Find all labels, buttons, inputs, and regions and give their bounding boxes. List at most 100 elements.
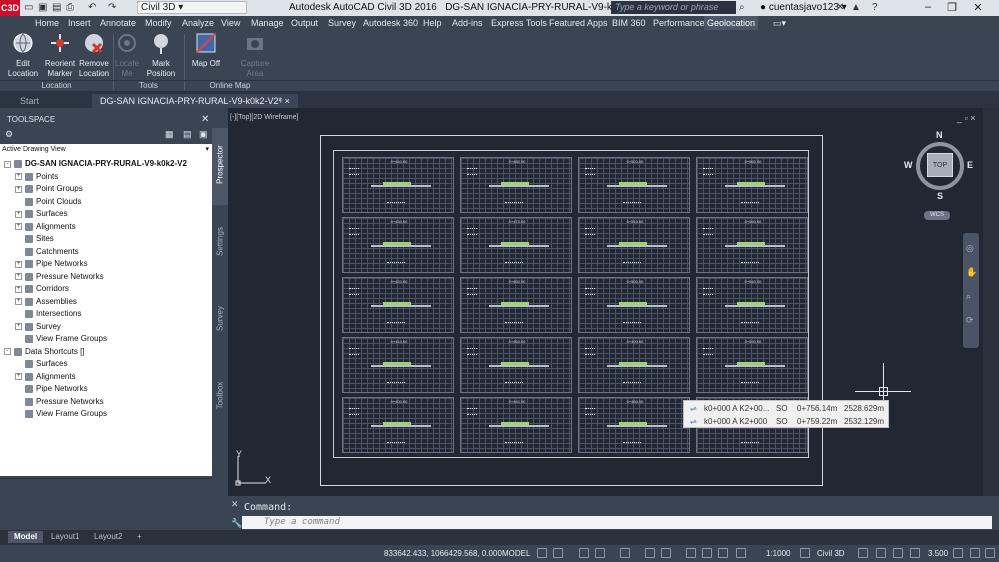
snap-icon[interactable]: [553, 548, 563, 558]
tree-node[interactable]: + Surfaces: [15, 208, 68, 220]
doc-tab-drawing[interactable]: DG-SAN IGNACIA-PRY-RURAL-V9-k0k2-V2* ×: [92, 94, 298, 108]
tab-insert[interactable]: Insert: [65, 16, 94, 30]
tree-node[interactable]: - Data Shortcuts []: [4, 346, 85, 358]
viewport-label[interactable]: [-][Top][2D Wireframe]: [230, 114, 298, 121]
viewcube-top[interactable]: TOP: [927, 153, 953, 177]
tab-modify[interactable]: Modify: [142, 16, 175, 30]
collapse-icon[interactable]: -: [4, 160, 11, 168]
minimize-button[interactable]: –: [918, 1, 938, 13]
toolspace-tree-icon[interactable]: ▦: [165, 129, 174, 140]
maximize-button[interactable]: ❐: [942, 1, 962, 14]
toolspace-preview-icon[interactable]: ▣: [199, 129, 208, 140]
plus-icon[interactable]: [858, 548, 868, 558]
tab-geolocation[interactable]: Geolocation: [704, 16, 759, 30]
ribbon-toggle-icon[interactable]: ▭▾: [770, 16, 789, 30]
capture-area-button[interactable]: Capture Area: [240, 32, 270, 79]
viewport-controls[interactable]: _ ▫ ×: [957, 113, 975, 123]
tree-node[interactable]: + Points: [15, 171, 58, 183]
tab-layout1[interactable]: Layout1: [45, 531, 85, 543]
viewcube[interactable]: TOP N S E W: [904, 130, 976, 202]
tree-node[interactable]: + Survey: [15, 321, 61, 333]
close-command-icon[interactable]: ✕: [231, 499, 239, 510]
add-layout-button[interactable]: +: [131, 531, 148, 543]
new-tab-button[interactable]: +: [270, 94, 291, 108]
tree-node[interactable]: + Alignments: [15, 371, 76, 383]
polar-icon[interactable]: [595, 548, 605, 558]
tree-node[interactable]: + Point Groups: [15, 183, 83, 195]
search-input[interactable]: Type a keyword or phrase: [611, 1, 736, 14]
tree-node[interactable]: Pipe Networks: [15, 383, 88, 395]
lineweight-icon[interactable]: [661, 548, 671, 558]
help-button[interactable]: ?: [872, 2, 878, 13]
cross-section-view[interactable]: 0+400.00: [342, 397, 454, 453]
undo-icon[interactable]: ↶: [88, 2, 96, 13]
print-icon[interactable]: ⎙: [66, 2, 74, 13]
tree-node[interactable]: + Assemblies: [15, 296, 77, 308]
remove-location-button[interactable]: Remove Location: [77, 32, 111, 79]
expand-icon[interactable]: +: [15, 260, 22, 268]
navigation-bar[interactable]: ◎ ✋ ⌕ ⟳: [963, 233, 979, 348]
cross-section-view[interactable]: 0+480.00: [460, 157, 572, 213]
settings-icon[interactable]: [800, 548, 810, 558]
tree-node[interactable]: + Alignments: [15, 221, 76, 233]
tab-featured-apps[interactable]: Featured Apps: [546, 16, 611, 30]
tree-node[interactable]: Pressure Networks: [15, 396, 104, 408]
ortho-icon[interactable]: [579, 548, 589, 558]
tree-node[interactable]: View Frame Groups: [15, 408, 107, 420]
tree-node[interactable]: Catchments: [15, 246, 79, 258]
tree-node[interactable]: View Frame Groups: [15, 333, 107, 345]
cross-section-view[interactable]: 0+440.00: [342, 157, 454, 213]
tab-survey[interactable]: Survey: [212, 282, 228, 359]
tab-view[interactable]: View: [218, 16, 243, 30]
tree-node[interactable]: - DG-SAN IGNACIA-PRY-RURAL-V9-k0k2-V2: [4, 158, 187, 170]
expand-icon[interactable]: +: [15, 323, 22, 330]
orbit-icon[interactable]: ⟳: [966, 315, 974, 326]
steering-wheel-icon[interactable]: ◎: [966, 243, 974, 254]
workspace-switch[interactable]: Civil 3D: [817, 549, 845, 558]
toolspace-list-icon[interactable]: ▤: [183, 129, 192, 140]
hardware-acceleration-icon[interactable]: [893, 548, 903, 558]
expand-icon[interactable]: +: [15, 223, 22, 230]
reorient-marker-button[interactable]: Reorient Marker: [43, 32, 77, 79]
pan-icon[interactable]: ✋: [966, 267, 977, 278]
close-icon[interactable]: ✕: [201, 114, 209, 125]
tab-bim360[interactable]: BIM 360: [609, 16, 649, 30]
cross-section-view[interactable]: 0+480.00: [578, 397, 690, 453]
user-account[interactable]: ● cuentasjavo123 ▾: [760, 2, 847, 13]
locate-me-button[interactable]: Locate Me: [115, 32, 139, 79]
expand-icon[interactable]: +: [15, 298, 22, 305]
tab-toolbox[interactable]: Toolbox: [212, 359, 228, 436]
doc-tab-start[interactable]: Start: [12, 94, 47, 108]
tab-annotate[interactable]: Annotate: [97, 16, 139, 30]
isolate-icon[interactable]: [876, 548, 886, 558]
cross-section-view[interactable]: 0+470.00: [460, 217, 572, 273]
expand-icon[interactable]: +: [15, 173, 22, 180]
customize-icon[interactable]: 🔧: [231, 518, 242, 529]
cross-section-view[interactable]: 0+550.00: [696, 217, 808, 273]
expand-icon[interactable]: +: [15, 373, 22, 380]
mark-position-button[interactable]: Mark Position: [143, 32, 179, 79]
tab-addins[interactable]: Add-ins: [449, 16, 486, 30]
close-button[interactable]: ✕: [968, 1, 988, 14]
tab-survey[interactable]: Survey: [325, 16, 359, 30]
tree-node[interactable]: + Pipe Networks: [15, 258, 88, 270]
tree-node[interactable]: + Pressure Networks: [15, 271, 104, 283]
expand-icon[interactable]: +: [15, 285, 22, 293]
cross-section-view[interactable]: 0+530.00: [696, 337, 808, 393]
tree-node[interactable]: + Corridors: [15, 283, 69, 295]
command-input[interactable]: Type a command: [242, 516, 992, 529]
tree-node[interactable]: Intersections: [15, 308, 81, 320]
cross-section-view[interactable]: 0+520.00: [578, 157, 690, 213]
tab-express-tools[interactable]: Express Tools: [488, 16, 550, 30]
cross-section-view[interactable]: 0+420.00: [342, 277, 454, 333]
tab-performance[interactable]: Performance: [650, 16, 708, 30]
cross-section-view[interactable]: 0+510.00: [578, 217, 690, 273]
drawing-canvas[interactable]: [-][Top][2D Wireframe] _ ▫ × 0+440.00 0+4…: [228, 108, 999, 496]
zoom-icon[interactable]: ⌕: [966, 291, 971, 302]
grid-icon[interactable]: [537, 548, 547, 558]
cross-section-view[interactable]: 0+430.00: [342, 217, 454, 273]
annotation-scale[interactable]: 1:1000: [766, 549, 790, 558]
app-logo[interactable]: C3D: [0, 0, 20, 16]
exchange-icon[interactable]: ✕: [836, 2, 844, 13]
customize-status-icon[interactable]: [985, 548, 995, 558]
